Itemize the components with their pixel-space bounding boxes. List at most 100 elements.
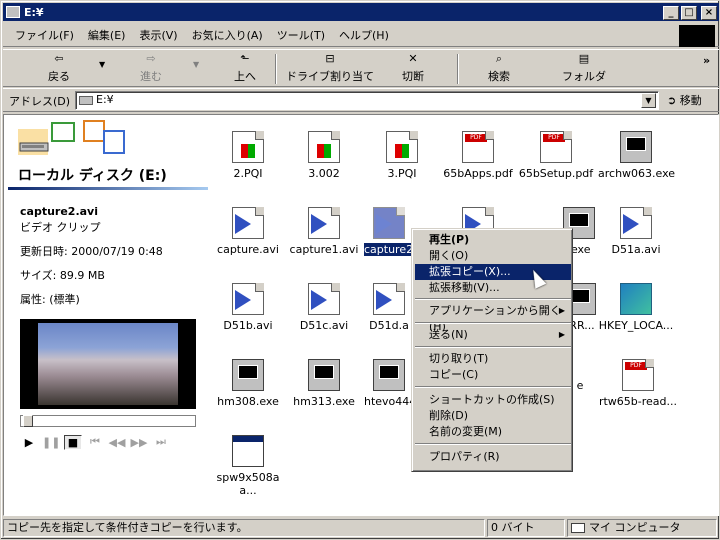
drive-banner-icon (18, 120, 125, 155)
menu-item-create-shortcut[interactable]: ショートカットの作成(S) (415, 392, 571, 408)
stop-icon[interactable]: ■ (64, 434, 82, 450)
play-icon[interactable]: ▶ (20, 436, 38, 449)
file-item[interactable]: capture1.avi (286, 207, 362, 256)
menu-item-delete[interactable]: 削除(D) (415, 408, 571, 424)
exe-file-icon (620, 131, 652, 163)
exe-file-icon (308, 359, 340, 391)
file-item[interactable]: spw9x508a a... (210, 435, 286, 497)
file-item[interactable]: capture.avi (210, 207, 286, 256)
skip-forward-icon[interactable]: ⏭ (152, 435, 170, 449)
file-item[interactable]: 3.PQI (364, 131, 440, 180)
menu-item-extended-copy[interactable]: 拡張コピー(X)... (415, 264, 571, 280)
drive-title: ローカル ディスク (E:) (18, 168, 167, 184)
seek-slider[interactable] (20, 415, 196, 427)
go-arrow-icon: ➲ (667, 94, 677, 107)
file-item[interactable]: hm313.exe (286, 359, 362, 408)
file-item[interactable]: HKEY_LOCA... (598, 283, 674, 332)
file-item[interactable]: D51c.avi (286, 283, 362, 332)
submenu-arrow-icon: ▶ (558, 306, 565, 315)
menu-item-open-with[interactable]: アプリケーションから開く(H) ▶ (415, 303, 571, 333)
avi-file-icon (308, 283, 340, 315)
skip-back-icon[interactable]: ⏮ (86, 435, 104, 449)
avi-file-icon (373, 283, 405, 315)
go-button[interactable]: ➲ 移動 (667, 92, 702, 108)
search-button[interactable]: ⌕ 検索 (479, 52, 519, 86)
menu-item-copy[interactable]: コピー(C) (415, 367, 571, 383)
up-folder-icon: ⬑ (240, 52, 250, 65)
folder-view[interactable]: ローカル ディスク (E:) capture2.avi ビデオ クリップ 更新日… (3, 114, 719, 516)
address-input[interactable]: E:¥ ▼ (75, 91, 659, 110)
folders-icon: ▤ (578, 52, 590, 65)
map-drive-button[interactable]: ⊟ ドライブ割り当て (285, 52, 375, 86)
menu-separator (415, 346, 571, 348)
forward-arrow-icon: ⇨ (146, 52, 156, 65)
fast-forward-icon[interactable]: ▶▶ (130, 436, 148, 449)
context-menu: 再生(P) 開く(O) 拡張コピー(X)... 拡張移動(V)... アプリケー… (411, 228, 573, 472)
pdf-file-icon: PDF (540, 131, 572, 163)
menu-help[interactable]: ヘルプ(H) (339, 27, 389, 43)
pause-icon[interactable]: ❚❚ (42, 436, 60, 449)
forward-button[interactable]: ⇨ 進む (131, 52, 171, 86)
status-zone: マイ コンピュータ (567, 519, 717, 537)
up-button[interactable]: ⬑ 上へ (225, 52, 265, 86)
minimize-button[interactable]: _ (663, 6, 679, 20)
pqi-file-icon (308, 131, 340, 163)
file-item[interactable]: PDF rtw65b-read... (598, 359, 678, 408)
file-item[interactable]: e (570, 379, 590, 392)
address-bar: アドレス(D) E:¥ ▼ ➲ 移動 (3, 88, 719, 112)
selected-file-modified: 更新日時: 2000/07/19 0:48 (20, 245, 163, 258)
selected-file-type: ビデオ クリップ (20, 221, 101, 234)
close-button[interactable]: × (701, 6, 717, 20)
file-item[interactable]: PDF 65bApps.pdf (440, 131, 516, 180)
back-button[interactable]: ⇦ 戻る (39, 52, 79, 86)
menu-item-extended-move[interactable]: 拡張移動(V)... (415, 280, 571, 296)
rewind-icon[interactable]: ◀◀ (108, 436, 126, 449)
title-bar[interactable]: E:¥ _ □ × (3, 3, 719, 21)
menu-item-open[interactable]: 開く(O) (415, 248, 571, 264)
menu-item-send-to[interactable]: 送る(N) ▶ (415, 327, 571, 343)
pqi-file-icon (232, 131, 264, 163)
menu-item-rename[interactable]: 名前の変更(M) (415, 424, 571, 440)
file-item[interactable]: htevo444 (364, 359, 414, 408)
avi-file-icon (308, 207, 340, 239)
status-size: 0 バイト (487, 519, 565, 537)
file-item[interactable]: D51d.a (364, 283, 414, 332)
menu-item-properties[interactable]: プロパティ(R) (415, 449, 571, 465)
menu-item-play[interactable]: 再生(P) (415, 232, 571, 248)
media-controls: ▶ ❚❚ ■ ⏮ ◀◀ ▶▶ ⏭ (20, 431, 196, 453)
file-item[interactable]: 2.PQI (210, 131, 286, 180)
drive-icon (79, 96, 93, 105)
menu-edit[interactable]: 編集(E) (88, 27, 126, 43)
map-drive-icon: ⊟ (325, 52, 335, 65)
file-item[interactable]: PDF 65bSetup.pdf (518, 131, 594, 180)
avi-file-icon (620, 207, 652, 239)
file-item[interactable]: D51a.avi (598, 207, 674, 256)
toolbar-more-button[interactable]: » (703, 54, 710, 67)
file-item-selected[interactable]: capture2.avi (364, 207, 414, 256)
address-dropdown-button[interactable]: ▼ (641, 93, 656, 108)
folders-button[interactable]: ▤ フォルダ (559, 52, 609, 86)
menu-item-cut[interactable]: 切り取り(T) (415, 351, 571, 367)
disconnect-icon: ✕ (408, 52, 418, 65)
file-item[interactable]: 3.002 (286, 131, 362, 180)
menu-bar: ファイル(F) 編集(E) 表示(V) お気に入り(A) ツール(T) ヘルプ(… (3, 23, 719, 47)
maximize-button[interactable]: □ (681, 6, 697, 20)
exe-file-icon (373, 359, 405, 391)
disconnect-button[interactable]: ✕ 切断 (393, 52, 433, 86)
menu-view[interactable]: 表示(V) (139, 27, 177, 43)
menu-separator (415, 322, 571, 324)
menu-file[interactable]: ファイル(F) (15, 27, 74, 43)
title-underline (8, 187, 208, 190)
file-item[interactable]: hm308.exe (210, 359, 286, 408)
forward-dropdown-icon[interactable]: ▼ (193, 60, 199, 69)
pdf-file-icon: PDF (462, 131, 494, 163)
registry-file-icon (620, 283, 652, 315)
menu-favorites[interactable]: お気に入り(A) (192, 27, 263, 43)
file-item[interactable]: D51b.avi (210, 283, 286, 332)
back-dropdown-icon[interactable]: ▼ (99, 60, 105, 69)
selected-file-attributes: 属性: (標準) (20, 293, 80, 306)
avi-file-icon (232, 207, 264, 239)
seek-thumb[interactable] (23, 415, 33, 427)
file-item[interactable]: archw063.exe (598, 131, 675, 180)
menu-tools[interactable]: ツール(T) (277, 27, 325, 43)
